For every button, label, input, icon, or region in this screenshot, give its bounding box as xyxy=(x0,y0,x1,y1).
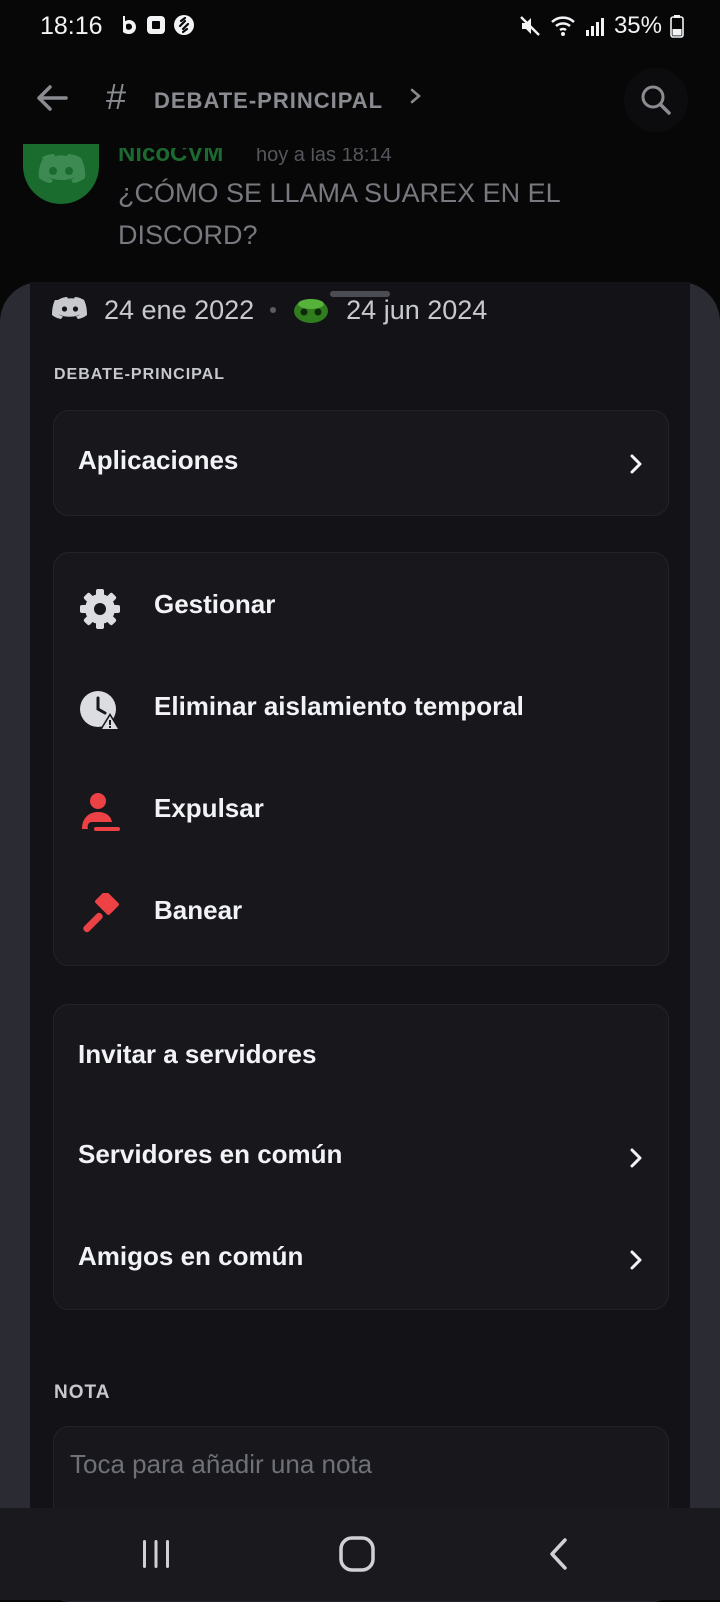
ban-hammer-icon xyxy=(83,893,119,933)
message-timestamp: hoy a las 18:14 xyxy=(256,144,392,166)
moderation-card: Gestionar Eliminar aislamiento temporal … xyxy=(53,552,669,966)
wifi-icon xyxy=(551,16,575,36)
shazam-icon xyxy=(174,15,194,35)
note-title: NOTA xyxy=(54,1382,111,1403)
message-text: ¿CÓMO SE LLAMA SUAREX EN EL DISCORD? xyxy=(118,178,560,250)
note-placeholder: Toca para añadir una nota xyxy=(70,1449,373,1479)
invite-to-servers-row[interactable]: Invitar a servidores xyxy=(54,1007,668,1107)
server-member-since: 24 jun 2024 xyxy=(346,294,488,325)
apps-card: Aplicaciones xyxy=(53,410,669,516)
invite-to-servers-label: Invitar a servidores xyxy=(78,1039,317,1069)
channel-section-label: DEBATE-PRINCIPAL xyxy=(54,366,225,383)
apps-row[interactable]: Aplicaciones xyxy=(54,413,668,513)
back-icon[interactable] xyxy=(540,1534,580,1574)
mutual-friends-row[interactable]: Amigos en común xyxy=(54,1209,668,1309)
separator-dot xyxy=(270,307,277,313)
search-button[interactable] xyxy=(624,68,688,132)
recent-apps-icon[interactable] xyxy=(136,1534,176,1574)
chevron-right-icon xyxy=(630,1250,642,1270)
discord-logo-icon xyxy=(52,297,87,319)
server-icon xyxy=(294,299,329,323)
status-bar: 18:16 35% xyxy=(0,0,720,52)
mutual-servers-row[interactable]: Servidores en común xyxy=(54,1107,668,1207)
channel-header: # DEBATE-PRINCIPAL xyxy=(0,60,720,140)
apps-label: Aplicaciones xyxy=(78,445,239,475)
back-arrow-icon[interactable] xyxy=(32,78,72,118)
battery-percent: 35% xyxy=(613,12,662,39)
chevron-right-icon xyxy=(630,454,642,474)
discord-logo-icon xyxy=(38,154,86,183)
message-author[interactable]: NicoCVM xyxy=(118,148,223,168)
square-app-icon xyxy=(147,16,165,34)
home-icon[interactable] xyxy=(337,1534,377,1574)
manage-row[interactable]: Gestionar xyxy=(54,557,668,657)
mute-icon xyxy=(520,16,540,36)
signal-icon xyxy=(585,18,604,36)
kick-user-icon xyxy=(82,793,120,831)
status-right: 35% xyxy=(518,12,684,40)
gear-icon xyxy=(80,589,120,629)
system-nav-bar xyxy=(0,1508,720,1600)
clock-warning-icon xyxy=(80,691,121,731)
avatar[interactable] xyxy=(23,144,99,204)
manage-label: Gestionar xyxy=(154,589,276,619)
social-card: Invitar a servidores Servidores en común… xyxy=(53,1004,669,1310)
channel-name[interactable]: DEBATE-PRINCIPAL xyxy=(154,88,383,114)
kick-label: Expulsar xyxy=(154,793,264,823)
member-since-row: 24 ene 2022 24 jun 2024 xyxy=(52,290,487,330)
discord-member-since: 24 ene 2022 xyxy=(104,294,255,325)
chevron-right-icon xyxy=(630,1148,642,1168)
mutual-servers-label: Servidores en común xyxy=(78,1139,343,1169)
remove-timeout-row[interactable]: Eliminar aislamiento temporal xyxy=(54,659,668,759)
b-app-icon xyxy=(123,16,136,34)
kick-row[interactable]: Expulsar xyxy=(54,761,668,861)
remove-timeout-label: Eliminar aislamiento temporal xyxy=(154,691,524,721)
search-icon xyxy=(641,85,671,115)
hash-icon: # xyxy=(106,76,127,117)
status-time: 18:16 xyxy=(40,12,103,40)
ban-label: Banear xyxy=(154,895,243,925)
ban-row[interactable]: Banear xyxy=(54,863,668,963)
battery-icon xyxy=(670,15,684,38)
mutual-friends-label: Amigos en común xyxy=(78,1241,304,1271)
chevron-right-icon[interactable] xyxy=(408,84,424,108)
